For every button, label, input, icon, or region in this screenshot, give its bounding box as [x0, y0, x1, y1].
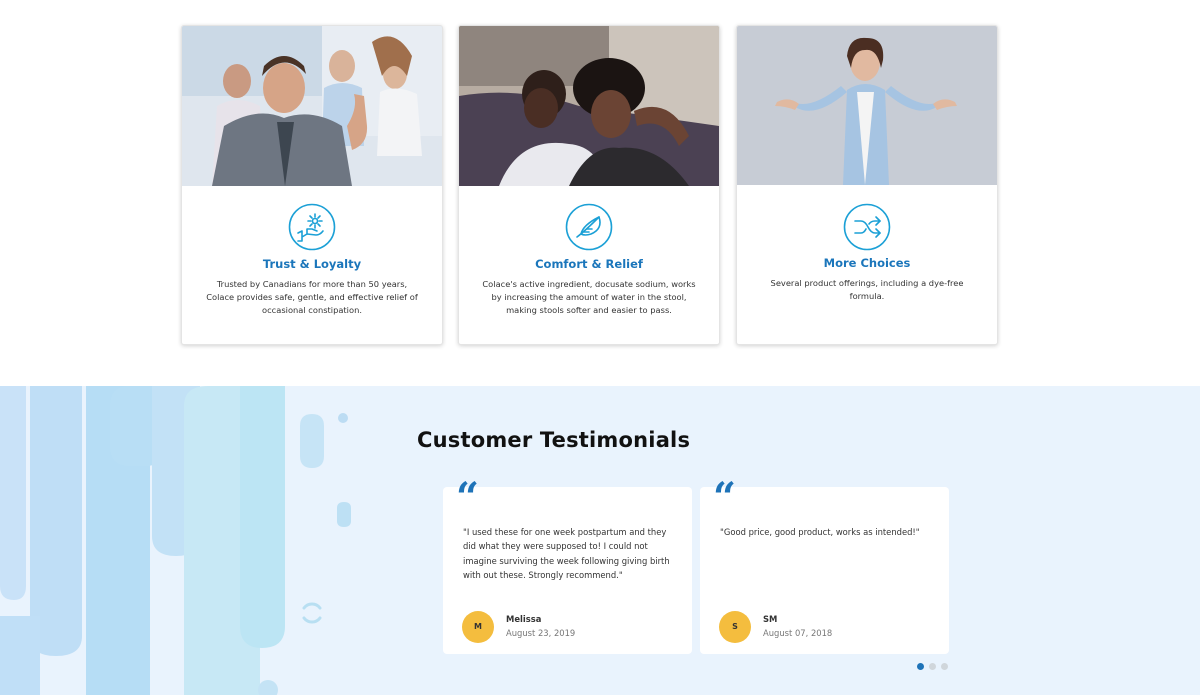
avatar: S [719, 611, 751, 643]
testimonial-card: "I used these for one week postpartum an… [443, 487, 692, 654]
hand-sparkle-icon [288, 203, 336, 251]
feature-card-comfort: Comfort & Relief Colace's active ingredi… [458, 25, 720, 345]
reviewer-name: Melissa [506, 614, 542, 624]
carousel-dot[interactable] [929, 663, 936, 670]
relaxing-couple-photo [459, 26, 719, 186]
testimonial-text: "Good price, good product, works as inte… [720, 527, 920, 537]
testimonials-section: Customer Testimonials "I used these for … [0, 386, 1200, 695]
card-description: Several product offerings, including a d… [770, 278, 964, 301]
avatar: M [462, 611, 494, 643]
feather-icon [565, 203, 613, 251]
testimonial-card: "Good price, good product, works as inte… [700, 487, 949, 654]
shuffle-arrows-icon [843, 203, 891, 251]
card-title: Trust & Loyalty [262, 257, 362, 271]
quote-icon: “ [713, 474, 737, 521]
quote-icon: “ [456, 474, 480, 521]
carousel-dot-active[interactable] [917, 663, 924, 670]
testimonial-text: "I used these for one week postpartum an… [463, 527, 670, 581]
feature-card-choices: More Choices Several product offerings, … [736, 25, 998, 345]
section-heading: Customer Testimonials [417, 428, 691, 452]
feature-card-trust: Trust & Loyalty Trusted by Canadians for… [181, 25, 443, 345]
review-date: August 07, 2018 [763, 628, 833, 638]
woman-open-hands-photo [737, 26, 997, 185]
card-description: Trusted by Canadians for more than 50 ye… [206, 279, 418, 315]
decorative-blob-shapes [0, 386, 360, 695]
card-title: Comfort & Relief [535, 257, 643, 271]
people-thumbs-up-photo [182, 26, 442, 186]
carousel-dot[interactable] [941, 663, 948, 670]
card-description: Colace's active ingredient, docusate sod… [482, 279, 696, 315]
features-section: Trust & Loyalty Trusted by Canadians for… [0, 0, 1200, 386]
reviewer-name: SM [763, 614, 778, 624]
card-title: More Choices [823, 256, 911, 270]
review-date: August 23, 2019 [506, 628, 576, 638]
